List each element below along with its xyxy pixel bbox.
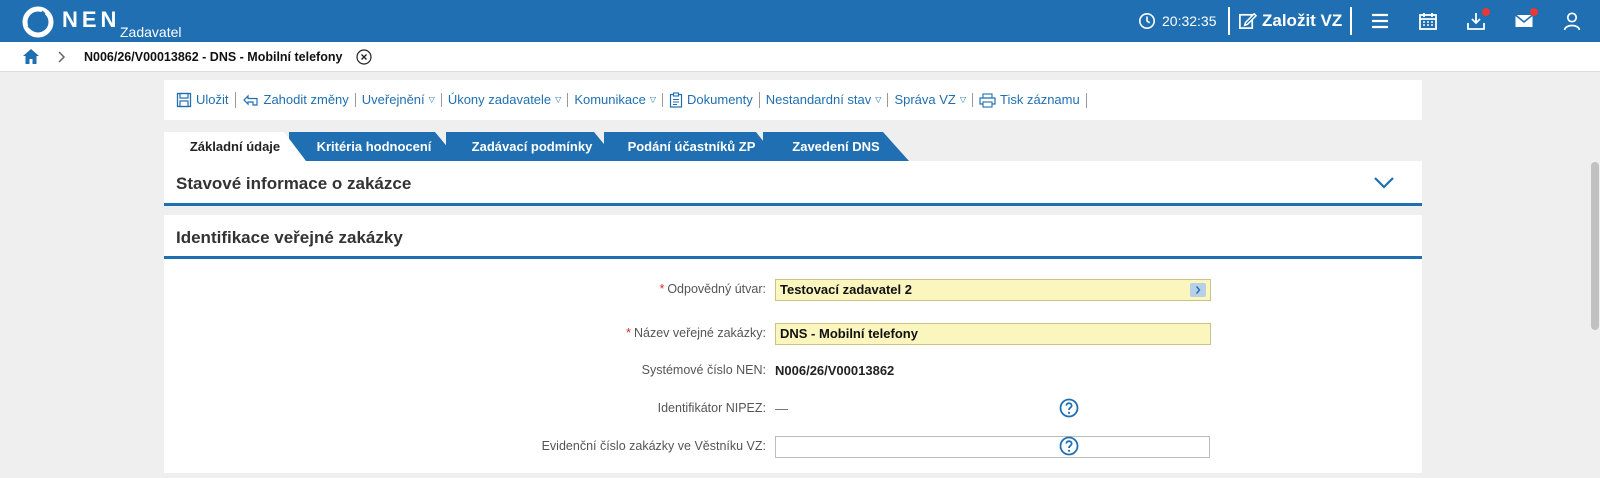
chevron-right-icon [1195, 286, 1201, 294]
brand-name: NEN [62, 7, 121, 32]
publication-menu[interactable]: Uveřejnění ▽ [356, 93, 442, 107]
undo-icon [242, 94, 258, 106]
close-icon[interactable] [356, 49, 372, 65]
identification-panel: Identifikace veřejné zakázky * Odpovědný … [164, 215, 1422, 473]
responsible-unit-label: * Odpovědný útvar: [659, 282, 766, 296]
select-unit-button[interactable] [1190, 283, 1206, 297]
breadcrumb-current[interactable]: N006/26/V00013862 - DNS - Mobilní telefo… [84, 50, 342, 64]
notification-dot [1482, 8, 1490, 16]
help-icon[interactable] [1059, 398, 1079, 418]
edit-icon[interactable] [1238, 11, 1257, 30]
journal-number-input[interactable] [775, 436, 1210, 458]
divider [1228, 7, 1230, 35]
action-toolbar: Uložit Zahodit změny Uveřejnění ▽ Úkony z… [164, 80, 1422, 120]
contract-name-input[interactable]: DNS - Mobilní telefony [775, 323, 1211, 345]
caret-down-icon: ▽ [959, 95, 967, 104]
nipez-id-label: Identifikátor NIPEZ: [657, 401, 766, 415]
nonstandard-state-menu[interactable]: Nestandardní stav ▽ [760, 93, 889, 107]
caret-down-icon: ▽ [649, 95, 657, 104]
session-clock: 20:32:35 [1162, 13, 1217, 29]
documents-button[interactable]: Dokumenty [663, 92, 760, 108]
nen-logo-icon[interactable] [22, 6, 54, 38]
chevron-right-icon [58, 51, 66, 63]
home-icon[interactable] [22, 48, 40, 65]
clock-icon [1138, 12, 1156, 30]
scrollbar-thumb[interactable] [1591, 162, 1599, 330]
tab-bar: Zavedení DNS Podání účastníků ZP Zadávac… [164, 132, 1064, 161]
menu-icon[interactable] [1370, 11, 1390, 31]
journal-number-label: Evidenční číslo zakázky ve Věstníku VZ: [541, 439, 766, 453]
printer-icon [979, 92, 996, 108]
create-vz-button[interactable]: Založit VZ [1262, 11, 1342, 31]
discard-changes-button[interactable]: Zahodit změny [236, 93, 356, 107]
save-icon [176, 92, 192, 108]
divider [1350, 7, 1352, 35]
status-panel-title: Stavové informace o zakázce [176, 174, 412, 193]
system-number-value: N006/26/V00013862 [775, 363, 895, 378]
clipboard-icon [669, 92, 683, 108]
caret-down-icon: ▽ [875, 95, 882, 104]
tab-evaluation-criteria[interactable]: Kritéria hodnocení [289, 132, 459, 161]
contracting-acts-menu[interactable]: Úkony zadavatele ▽ [442, 93, 569, 107]
contract-name-label: * Název veřejné zakázky: [626, 326, 766, 340]
nipez-id-value: — [775, 401, 788, 416]
tab-participant-submissions[interactable]: Podání účastníků ZP [604, 132, 779, 161]
save-button[interactable]: Uložit [170, 92, 236, 108]
breadcrumb: N006/26/V00013862 - DNS - Mobilní telefo… [0, 42, 1600, 72]
caret-down-icon: ▽ [555, 95, 562, 104]
user-icon[interactable] [1562, 11, 1582, 31]
identification-header: Identifikace veřejné zakázky [164, 215, 1422, 259]
system-number-label: Systémové číslo NEN: [641, 363, 766, 377]
top-bar: NEN Zadavatel 20:32:35 Založit VZ [0, 0, 1600, 42]
identification-panel-title: Identifikace veřejné zakázky [176, 228, 403, 247]
calendar-icon[interactable] [1418, 11, 1438, 31]
print-record-button[interactable]: Tisk záznamu [973, 92, 1087, 108]
vz-management-menu[interactable]: Správa VZ ▽ [888, 93, 974, 107]
communication-menu[interactable]: Komunikace ▽ [568, 93, 664, 107]
notification-dot [1530, 8, 1538, 16]
help-icon[interactable] [1059, 436, 1079, 456]
tab-dns-establishment[interactable]: Zavedení DNS [763, 132, 909, 161]
tab-tender-conditions[interactable]: Zadávací podmínky [446, 132, 618, 161]
status-info-panel[interactable]: Stavové informace o zakázce [164, 161, 1422, 206]
brand-subtitle: Zadavatel [120, 24, 182, 40]
caret-down-icon: ▽ [428, 95, 435, 104]
chevron-down-icon[interactable] [1374, 177, 1394, 189]
responsible-unit-field[interactable]: Testovací zadavatel 2 [775, 279, 1211, 301]
tab-basic-info[interactable]: Základní údaje [164, 132, 306, 161]
